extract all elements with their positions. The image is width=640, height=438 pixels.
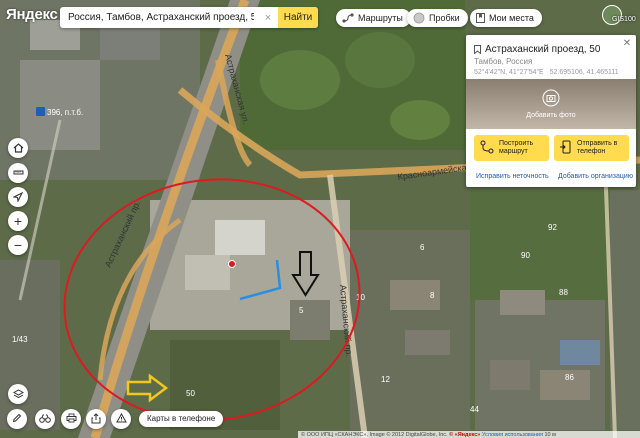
build-route-button[interactable]: Построить маршрут [474,135,549,161]
house-number: 50 [186,389,195,398]
warning-icon [115,412,127,425]
panorama-button[interactable] [35,409,55,429]
phone-icon [560,140,572,156]
house-number: 1/43 [12,335,28,344]
place-subtitle: Тамбов, Россия [474,57,533,66]
add-organization-link[interactable]: Добавить организацию [558,173,633,180]
home-button[interactable] [8,138,28,158]
house-number: 5 [299,306,304,315]
coords-decimal: 52.695106, 41.465111 [549,69,619,76]
house-number: 86 [565,373,574,382]
house-number: 10 [356,293,365,302]
gas-station-label: 396, п.т.б. [47,108,83,117]
yandex-logo[interactable]: Яндекс [6,6,58,23]
build-route-label: Построить маршрут [499,140,534,155]
scale-label: 10 м [544,432,556,438]
send-to-phone-label: Отправить в телефон [577,140,618,155]
place-title-text: Астраханский проезд, 50 [485,44,601,55]
print-button[interactable] [61,409,81,429]
traffic-icon [413,12,425,24]
camera-icon [542,89,560,109]
house-number: 8 [430,291,435,300]
share-icon [91,412,101,426]
report-problem-button[interactable] [111,409,131,429]
traffic-label: Пробки [429,13,460,23]
edit-button[interactable] [7,409,27,429]
ruler-icon [13,166,24,180]
house-number: 12 [381,375,390,384]
add-photo-area[interactable]: Добавить фото [466,79,636,129]
routes-button[interactable]: Маршруты [336,9,411,27]
share-button[interactable] [86,409,106,429]
layers-button[interactable] [8,384,28,404]
place-coordinates: 52°4'42"N, 41°27'54"E 52.695106, 41.4651… [474,69,623,76]
gas-station-poi[interactable]: 396, п.т.б. [36,107,83,117]
my-places-label: Мои места [489,13,534,23]
search-bar: × Найти [60,7,318,28]
place-card: ✕ Астраханский проезд, 50 Тамбов, Россия… [466,35,636,187]
map-footer: © ООО ИПЦ «СКАНЭКС», Image © 2012 Digita… [298,431,640,438]
house-number: 92 [548,223,557,232]
terms-link[interactable]: Условия использования [482,432,543,438]
layers-icon [12,387,24,401]
user-name: GIS100 [612,16,636,23]
yandex-copyright: © «Яндекс» [449,432,481,438]
bookmark-icon [476,13,485,23]
route-icon [342,13,354,23]
route-icon [480,140,494,156]
home-icon [13,141,24,155]
bookmark-icon[interactable] [474,45,481,54]
coords-dms: 52°4'42"N, 41°27'54"E [474,69,544,76]
clear-icon[interactable]: × [262,12,274,24]
navigation-arrow-icon [12,190,24,204]
house-number: 6 [420,243,425,252]
search-button[interactable]: Найти [278,7,318,28]
binoculars-icon [39,414,51,425]
geolocation-button[interactable] [8,187,28,207]
house-number: 88 [559,288,568,297]
zoom-out-button[interactable]: − [8,235,28,255]
fix-inaccuracy-link[interactable]: Исправить неточность [476,173,549,180]
pencil-icon [12,413,22,425]
house-number: 44 [470,405,479,414]
maps-in-phone-button[interactable]: Карты в телефоне [139,411,224,427]
copyright-text: © ООО ИПЦ «СКАНЭКС», Image © 2012 Digita… [301,432,448,438]
send-to-phone-button[interactable]: Отправить в телефон [554,135,629,161]
routes-label: Маршруты [358,13,403,23]
traffic-button[interactable]: Пробки [407,9,468,27]
add-photo-label: Добавить фото [526,112,576,119]
printer-icon [66,413,77,425]
ruler-button[interactable] [8,163,28,183]
location-marker[interactable] [228,260,236,268]
search-input[interactable] [60,7,262,28]
close-icon[interactable]: ✕ [622,39,632,49]
user-menu[interactable]: GIS100 [600,4,636,34]
place-title: Астраханский проезд, 50 [474,44,600,55]
zoom-in-button[interactable]: + [8,211,28,231]
my-places-button[interactable]: Мои места [470,9,542,27]
house-number: 90 [521,251,530,260]
